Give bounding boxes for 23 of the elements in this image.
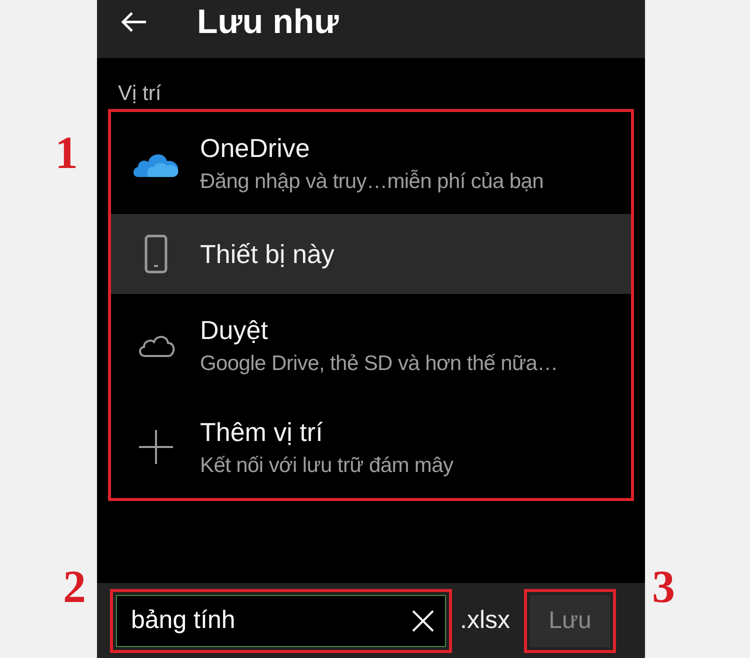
location-title: Thêm vị trí [200,416,324,448]
phone-icon [144,234,168,274]
annotation-number: 3 [652,560,675,613]
annotation-number: 2 [63,560,86,613]
location-item[interactable]: Thiết bị này [111,214,631,294]
annotation-number: 1 [55,126,78,179]
back-button[interactable] [121,11,147,33]
clear-button[interactable] [411,608,435,632]
location-item[interactable]: OneDrive Đăng nhập và truy…miễn phí của bạn [111,112,631,214]
file-extension: .xlsx [460,606,510,635]
section-label: Vị trí [117,81,162,107]
location-item[interactable]: Duyệt Google Drive, thẻ SD và hơn thế nữa… [111,294,631,396]
plus-icon [138,429,174,465]
location-item[interactable]: Thêm vị trí Kết nối với lưu trữ đám mây [111,396,631,498]
location-subtitle: Kết nối với lưu trữ đám mây [200,454,454,478]
location-title: OneDrive [200,132,311,164]
filename-field[interactable]: bảng tính [116,594,446,646]
screen-title: Lưu như [197,2,339,42]
filename-input[interactable]: bảng tính [129,605,411,636]
location-subtitle: Google Drive, thẻ SD và hơn thế nữa… [200,352,558,376]
location-title: Thiết bị này [200,238,334,270]
location-title: Duyệt [200,314,269,346]
location-subtitle: Đăng nhập và truy…miễn phí của bạn [200,170,544,194]
